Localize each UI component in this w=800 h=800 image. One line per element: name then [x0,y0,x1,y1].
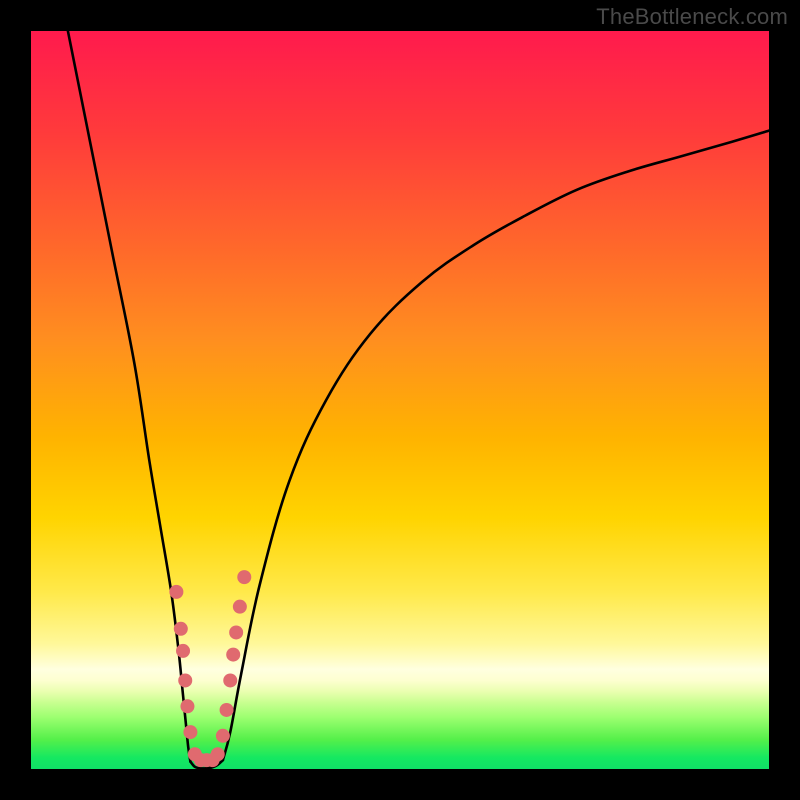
marker-dot [223,673,237,687]
marker-dot [216,729,230,743]
app-frame: TheBottleneck.com [0,0,800,800]
marker-dot [229,625,243,639]
watermark-text: TheBottleneck.com [596,4,788,30]
marker-dot [237,570,251,584]
marker-dot [178,673,192,687]
marker-dot [233,600,247,614]
curve-left [68,31,191,762]
chart-svg [31,31,769,769]
curve-right [223,131,769,761]
marker-dot [176,644,190,658]
chart-plot-area [31,31,769,769]
marker-dot [226,648,240,662]
marker-dot [211,747,225,761]
marker-dot [220,703,234,717]
curve-layer [68,31,769,768]
marker-dot [169,585,183,599]
marker-dot [174,622,188,636]
marker-dot [183,725,197,739]
marker-dot [180,699,194,713]
